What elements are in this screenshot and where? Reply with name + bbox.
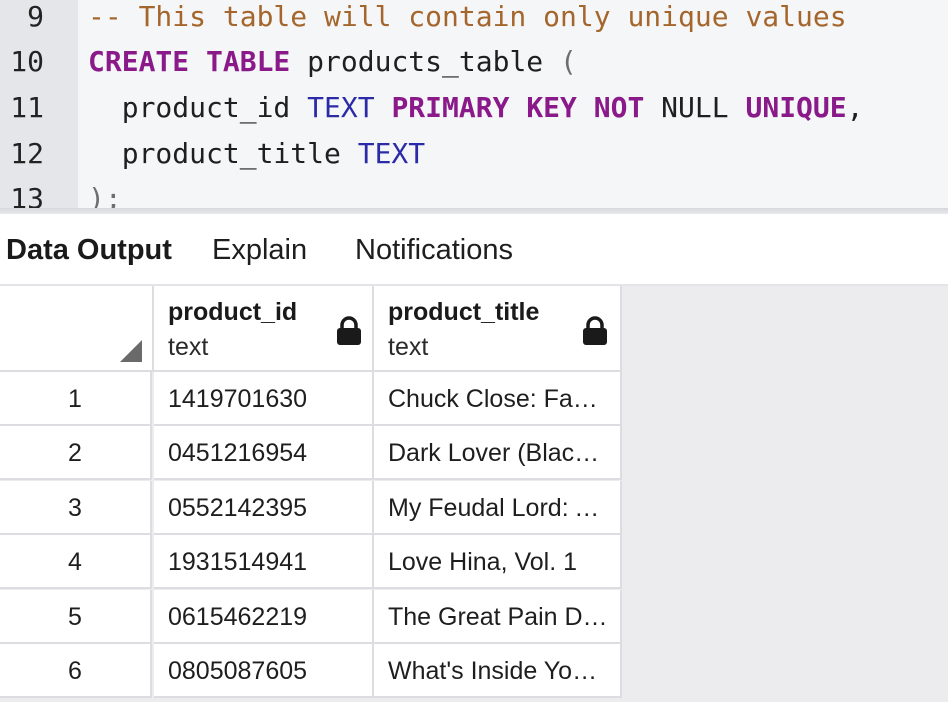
row-number-cell[interactable]: 2 [0,426,152,480]
table-row[interactable]: 60805087605What's Inside Your Head [0,644,622,698]
code-token-punct: ( [560,45,577,78]
row-number-header[interactable] [0,286,154,372]
row-number-cell[interactable]: 1 [0,372,152,426]
row-number-cell[interactable]: 3 [0,481,152,535]
product-title-cell[interactable]: My Feudal Lord: A Devastating Indictment [374,481,622,535]
line-number: 11 [10,91,44,124]
table-row[interactable]: 20451216954Dark Lover (Black Dagger Brot… [0,426,622,480]
table-row[interactable]: 11419701630Chuck Close: Face Book [0,372,622,426]
column-header-product-title[interactable]: product_title text [374,286,622,372]
column-name: product_id [168,298,298,326]
sql-editor[interactable]: 9 -- This table will contain only unique … [0,0,948,214]
code-text: CREATE TABLE products_table ( [88,39,577,85]
code-line[interactable]: 11 product_id TEXT PRIMARY KEY NOT NULL … [0,85,948,131]
editor-divider [0,208,948,214]
product-title-cell[interactable]: What's Inside Your Head [374,644,622,698]
code-token-comment: -- This table will contain only unique v… [88,0,847,33]
code-token-plain: product_title [88,137,358,170]
product-id-cell[interactable]: 0552142395 [154,481,374,535]
tab-data-output[interactable]: Data Output [6,216,172,284]
table-row[interactable]: 30552142395My Feudal Lord: A Devastating… [0,481,622,535]
product-id-cell[interactable]: 0451216954 [154,426,374,480]
code-token-plain: products_table [290,45,561,78]
code-token-plain: NULL [644,91,746,124]
code-text: product_id TEXT PRIMARY KEY NOT NULL UNI… [88,85,864,131]
table-row[interactable]: 50615462219The Great Pain Deception [0,590,622,644]
lock-icon [583,316,607,345]
column-type: text [168,333,209,361]
code-line[interactable]: 12 product_title TEXT [0,131,948,177]
product-id-cell[interactable]: 1931514941 [154,535,374,589]
code-token-keyword: UNIQUE [745,91,847,124]
row-number-cell[interactable]: 6 [0,644,152,698]
code-line[interactable]: 9 -- This table will contain only unique … [0,0,948,40]
code-token-plain: , [846,91,864,124]
product-title-cell[interactable]: Chuck Close: Face Book [374,372,622,426]
code-text: product_title TEXT [88,131,425,177]
row-number-cell[interactable]: 4 [0,535,152,589]
product-id-cell[interactable]: 1419701630 [154,372,374,426]
code-token-keyword: CREATE TABLE [88,45,291,78]
line-number: 10 [10,45,44,78]
product-id-cell[interactable]: 0805087605 [154,644,374,698]
results-tab-bar: Data Output Explain Notifications [0,216,948,286]
column-type: text [388,333,429,361]
line-number: 9 [27,0,44,33]
code-token-keyword: PRIMARY KEY NOT [391,91,645,124]
row-number-cell[interactable]: 5 [0,590,152,644]
product-title-cell[interactable]: Love Hina, Vol. 1 [374,535,622,589]
code-token-type: TEXT [357,137,426,170]
lock-icon [337,316,361,345]
product-title-cell[interactable]: Dark Lover (Black Dagger Brotherhood) [374,426,622,480]
code-text: -- This table will contain only unique v… [88,0,847,40]
data-output-grid: product_id text product_title text 1 1419… [0,286,948,702]
code-token-plain: product_id [88,91,308,124]
code-line[interactable]: 10 CREATE TABLE products_table ( [0,39,948,85]
product-id-cell[interactable]: 0615462219 [154,590,374,644]
line-number: 12 [10,137,44,170]
tab-explain[interactable]: Explain [212,216,307,284]
select-all-corner-icon[interactable] [120,340,142,362]
tab-notifications[interactable]: Notifications [355,216,513,284]
table-row[interactable]: 4 1931514941 Love Hina, Vol. 1 [0,535,622,589]
product-title-cell[interactable]: The Great Pain Deception [374,590,622,644]
column-header-product-id[interactable]: product_id text [154,286,374,372]
code-token-type: TEXT [307,91,375,124]
column-name: product_title [388,298,540,326]
